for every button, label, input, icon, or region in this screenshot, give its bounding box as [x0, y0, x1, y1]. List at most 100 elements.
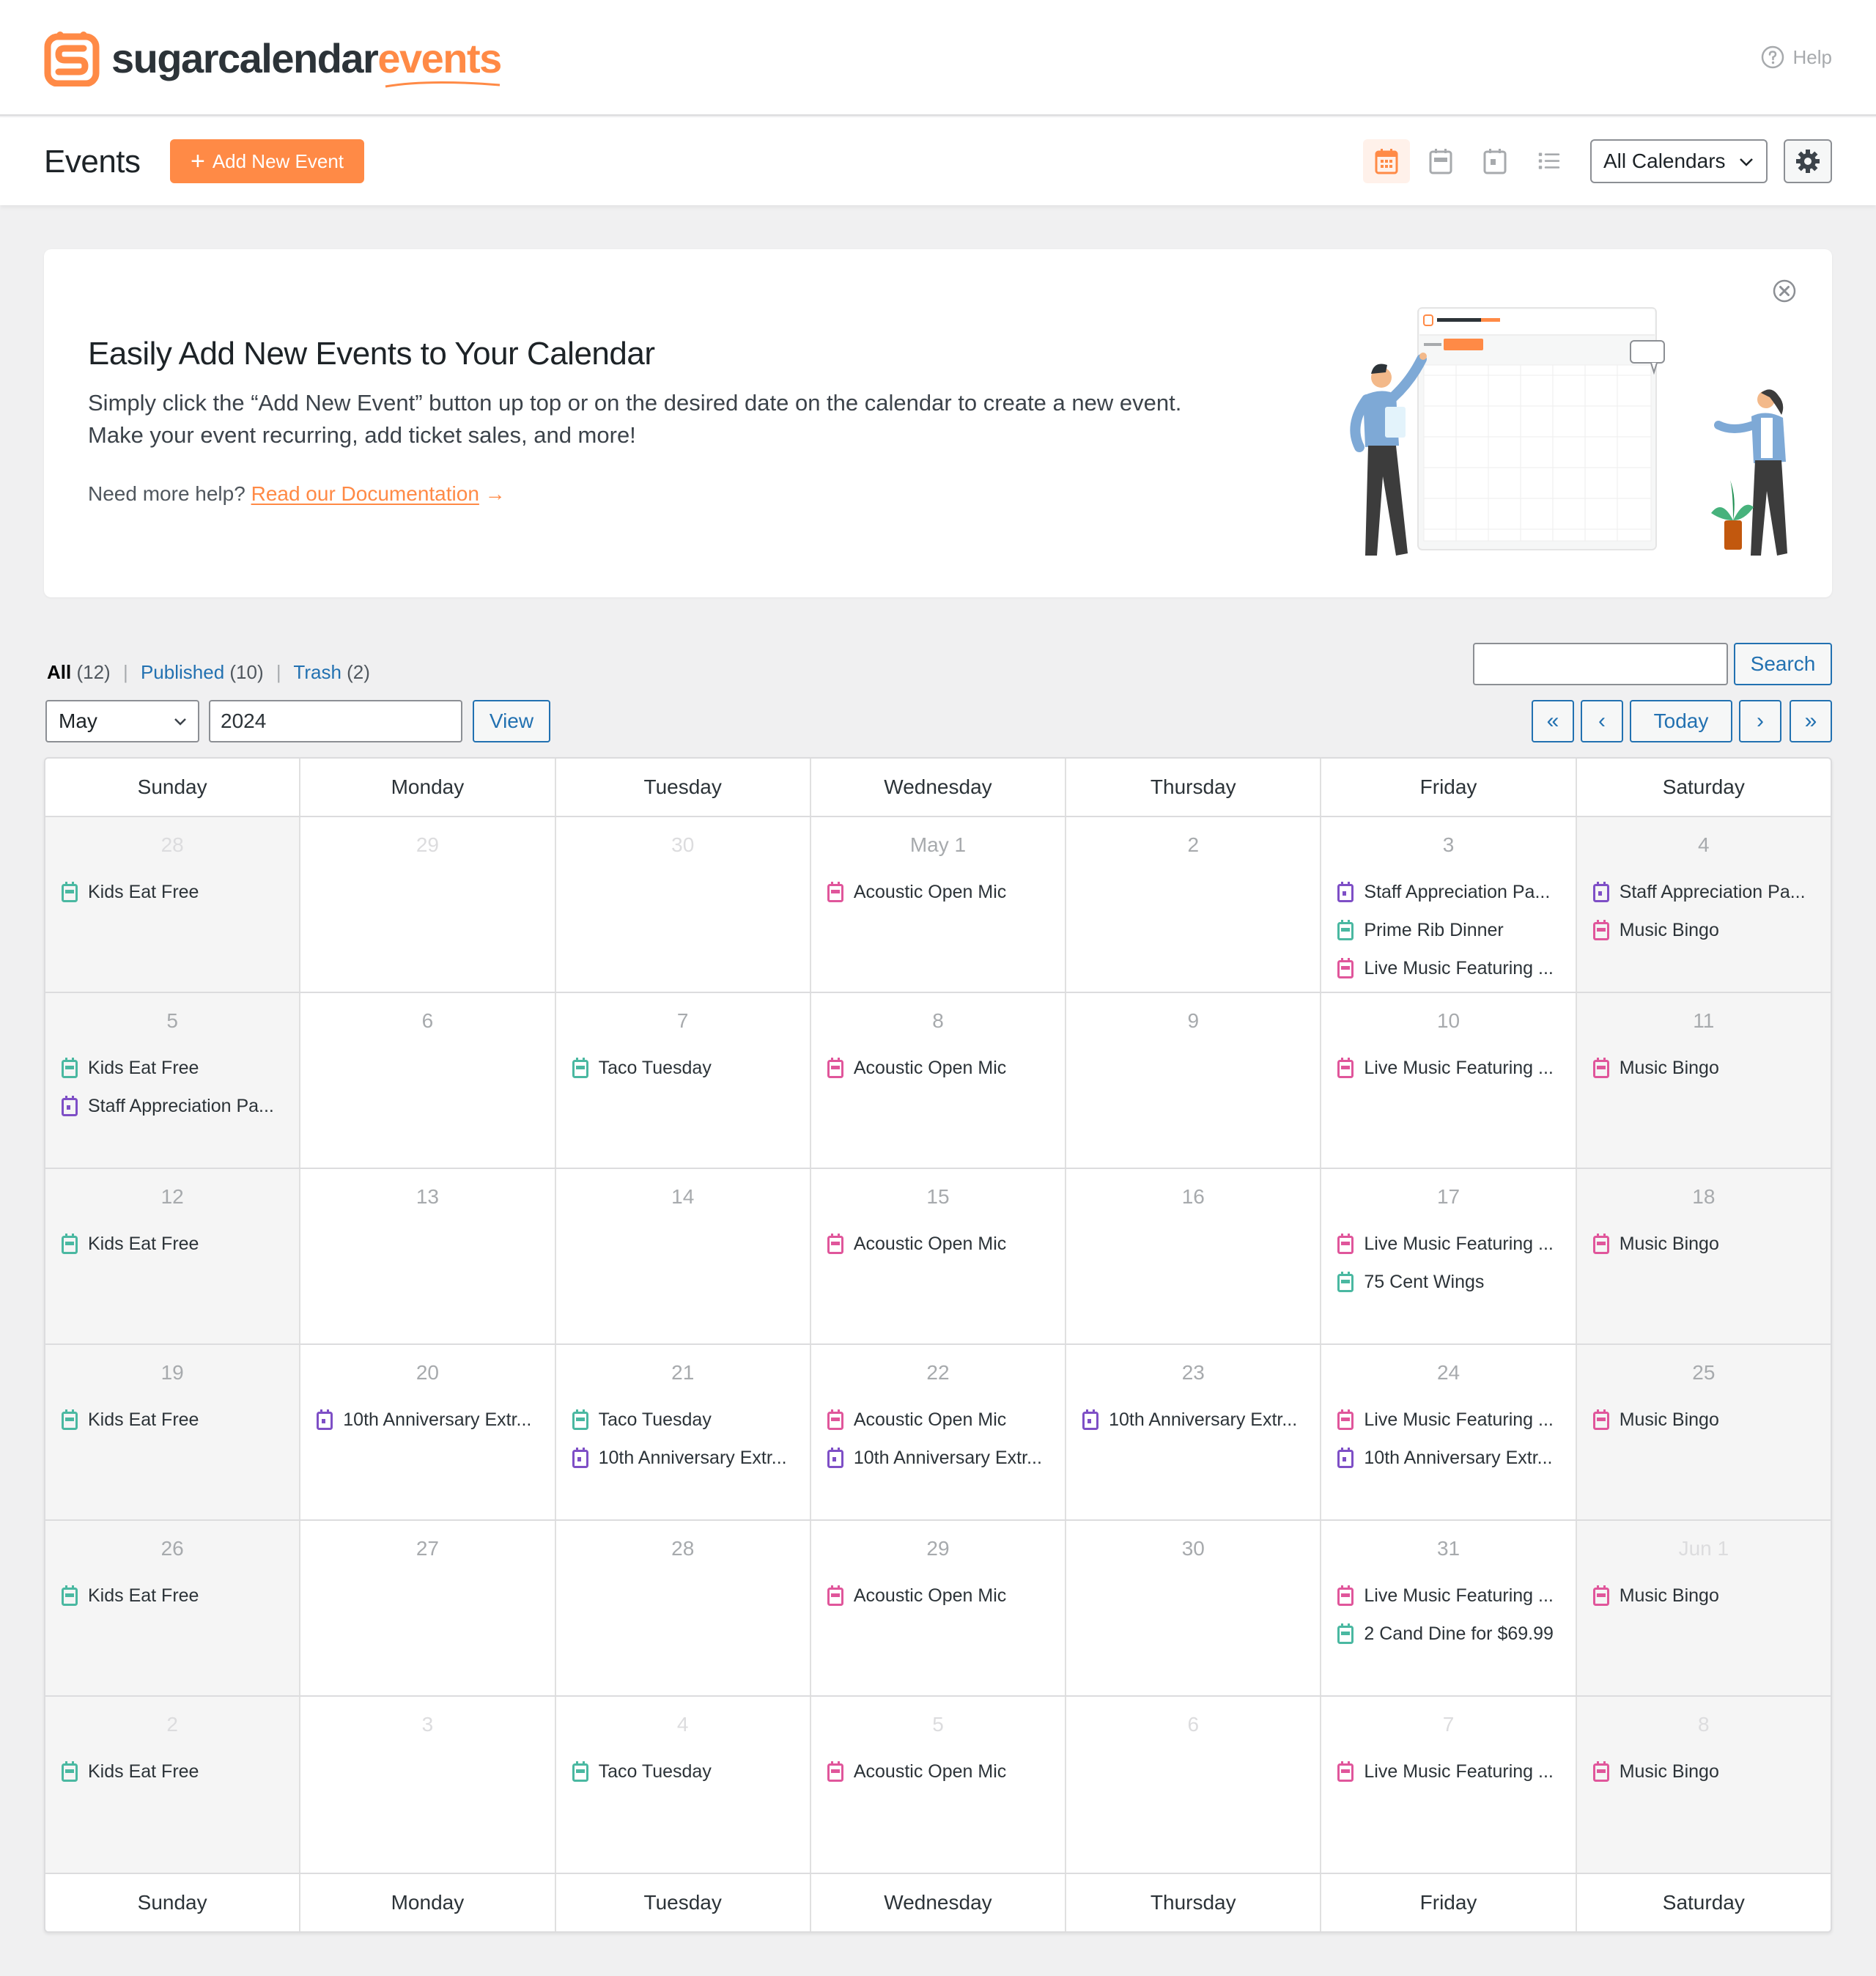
- search-button[interactable]: Search: [1734, 643, 1832, 685]
- calendar-event[interactable]: Music Bingo: [1577, 1049, 1831, 1087]
- status-all-link[interactable]: All: [47, 661, 71, 683]
- calendar-day-cell[interactable]: 20 10th Anniversary Extr...: [300, 1345, 556, 1519]
- calendar-event[interactable]: 10th Anniversary Extr...: [1321, 1439, 1575, 1477]
- documentation-link[interactable]: Read our Documentation: [251, 482, 479, 505]
- calendar-day-cell[interactable]: 2: [1066, 817, 1322, 992]
- calendar-event[interactable]: Music Bingo: [1577, 1577, 1831, 1615]
- help-link[interactable]: Help: [1761, 45, 1832, 69]
- calendar-event[interactable]: Live Music Featuring ...: [1321, 1577, 1575, 1615]
- calendar-day-cell[interactable]: 28: [556, 1521, 811, 1695]
- calendar-event[interactable]: Staff Appreciation Pa...: [45, 1087, 299, 1125]
- calendar-event[interactable]: Prime Rib Dinner: [1321, 911, 1575, 949]
- calendar-event[interactable]: Music Bingo: [1577, 1401, 1831, 1439]
- calendar-day-cell[interactable]: 25 Music Bingo: [1576, 1345, 1831, 1519]
- search-input[interactable]: [1473, 643, 1728, 685]
- calendar-event[interactable]: Acoustic Open Mic: [811, 873, 1065, 911]
- calendar-event[interactable]: 10th Anniversary Extr...: [1066, 1401, 1320, 1439]
- calendar-day-cell[interactable]: 18 Music Bingo: [1576, 1169, 1831, 1343]
- calendar-day-cell[interactable]: 23 10th Anniversary Extr...: [1066, 1345, 1322, 1519]
- calendar-day-cell[interactable]: 28 Kids Eat Free: [45, 817, 301, 992]
- calendar-event[interactable]: Kids Eat Free: [45, 1752, 299, 1791]
- calendar-event[interactable]: Acoustic Open Mic: [811, 1401, 1065, 1439]
- calendar-event[interactable]: Taco Tuesday: [556, 1752, 810, 1791]
- calendar-day-cell[interactable]: 29: [300, 817, 556, 992]
- calendar-day-cell[interactable]: 21 Taco Tuesday 10th Anniversary Extr...: [556, 1345, 811, 1519]
- status-trash-link[interactable]: Trash: [293, 661, 341, 683]
- calendar-event[interactable]: Staff Appreciation Pa...: [1577, 873, 1831, 911]
- add-new-event-button[interactable]: + Add New Event: [170, 139, 364, 183]
- calendar-event[interactable]: Kids Eat Free: [45, 1577, 299, 1615]
- list-view-button[interactable]: [1526, 139, 1573, 183]
- calendar-day-cell[interactable]: 22 Acoustic Open Mic 10th Anniversary Ex…: [811, 1345, 1067, 1519]
- calendar-event[interactable]: Live Music Featuring ...: [1321, 1225, 1575, 1263]
- calendar-day-cell[interactable]: 24 Live Music Featuring ... 10th Anniver…: [1321, 1345, 1577, 1519]
- calendar-day-cell[interactable]: 6: [1066, 1697, 1322, 1873]
- calendar-day-cell[interactable]: 17 Live Music Featuring ... 75 Cent Wing…: [1321, 1169, 1577, 1343]
- calendar-day-cell[interactable]: Jun 1 Music Bingo: [1576, 1521, 1831, 1695]
- calendar-day-cell[interactable]: 5 Acoustic Open Mic: [811, 1697, 1067, 1873]
- calendar-event[interactable]: Live Music Featuring ...: [1321, 1401, 1575, 1439]
- calendar-day-cell[interactable]: May 1 Acoustic Open Mic: [811, 817, 1067, 992]
- calendar-day-cell[interactable]: 7 Taco Tuesday: [556, 993, 811, 1168]
- calendar-event[interactable]: 10th Anniversary Extr...: [811, 1439, 1065, 1477]
- calendar-event[interactable]: Music Bingo: [1577, 1752, 1831, 1791]
- previous-page-button[interactable]: ‹: [1581, 700, 1623, 742]
- calendar-day-cell[interactable]: 3 Staff Appreciation Pa... Prime Rib Din…: [1321, 817, 1577, 992]
- logo[interactable]: sugarcalendarevents: [44, 29, 502, 87]
- calendar-day-cell[interactable]: 12 Kids Eat Free: [45, 1169, 301, 1343]
- calendar-day-cell[interactable]: 31 Live Music Featuring ... 2 Cand Dine …: [1321, 1521, 1577, 1695]
- calendar-day-cell[interactable]: 6: [300, 993, 556, 1168]
- month-view-button[interactable]: [1363, 139, 1410, 183]
- calendar-day-cell[interactable]: 9: [1066, 993, 1322, 1168]
- calendar-event[interactable]: Taco Tuesday: [556, 1049, 810, 1087]
- calendar-day-cell[interactable]: 13: [300, 1169, 556, 1343]
- next-page-button[interactable]: ›: [1739, 700, 1781, 742]
- calendar-event[interactable]: Acoustic Open Mic: [811, 1577, 1065, 1615]
- calendar-day-cell[interactable]: 10 Live Music Featuring ...: [1321, 993, 1577, 1168]
- calendar-event[interactable]: Acoustic Open Mic: [811, 1752, 1065, 1791]
- calendar-event[interactable]: Live Music Featuring ...: [1321, 949, 1575, 987]
- calendar-event[interactable]: Kids Eat Free: [45, 1049, 299, 1087]
- calendar-day-cell[interactable]: 7 Live Music Featuring ...: [1321, 1697, 1577, 1873]
- calendar-day-cell[interactable]: 4 Staff Appreciation Pa... Music Bingo: [1576, 817, 1831, 992]
- calendar-day-cell[interactable]: 30: [1066, 1521, 1322, 1695]
- day-view-button[interactable]: [1471, 139, 1518, 183]
- calendar-day-cell[interactable]: 27: [300, 1521, 556, 1695]
- week-view-button[interactable]: [1417, 139, 1464, 183]
- calendar-day-cell[interactable]: 26 Kids Eat Free: [45, 1521, 301, 1695]
- calendar-day-cell[interactable]: 29 Acoustic Open Mic: [811, 1521, 1067, 1695]
- calendar-day-cell[interactable]: 8 Music Bingo: [1576, 1697, 1831, 1873]
- calendar-filter-select[interactable]: All Calendars: [1590, 139, 1768, 183]
- calendar-day-cell[interactable]: 15 Acoustic Open Mic: [811, 1169, 1067, 1343]
- calendar-day-cell[interactable]: 3: [300, 1697, 556, 1873]
- calendar-event[interactable]: Kids Eat Free: [45, 873, 299, 911]
- calendar-day-cell[interactable]: 30: [556, 817, 811, 992]
- today-button[interactable]: Today: [1630, 700, 1732, 742]
- calendar-event[interactable]: Music Bingo: [1577, 911, 1831, 949]
- calendar-event[interactable]: Kids Eat Free: [45, 1401, 299, 1439]
- calendar-event[interactable]: Acoustic Open Mic: [811, 1225, 1065, 1263]
- calendar-event[interactable]: Kids Eat Free: [45, 1225, 299, 1263]
- month-select[interactable]: May: [45, 700, 199, 742]
- settings-button[interactable]: [1784, 139, 1832, 183]
- calendar-day-cell[interactable]: 5 Kids Eat Free Staff Appreciation Pa...: [45, 993, 301, 1168]
- calendar-event[interactable]: Taco Tuesday: [556, 1401, 810, 1439]
- year-input[interactable]: [209, 700, 462, 742]
- calendar-day-cell[interactable]: 11 Music Bingo: [1576, 993, 1831, 1168]
- calendar-event[interactable]: Music Bingo: [1577, 1225, 1831, 1263]
- calendar-event[interactable]: 10th Anniversary Extr...: [300, 1401, 554, 1439]
- calendar-event[interactable]: 10th Anniversary Extr...: [556, 1439, 810, 1477]
- calendar-event[interactable]: 2 Cand Dine for $69.99: [1321, 1615, 1575, 1653]
- calendar-day-cell[interactable]: 16: [1066, 1169, 1322, 1343]
- calendar-event[interactable]: Acoustic Open Mic: [811, 1049, 1065, 1087]
- calendar-day-cell[interactable]: 4 Taco Tuesday: [556, 1697, 811, 1873]
- calendar-day-cell[interactable]: 8 Acoustic Open Mic: [811, 993, 1067, 1168]
- calendar-event[interactable]: Live Music Featuring ...: [1321, 1752, 1575, 1791]
- last-page-button[interactable]: »: [1790, 700, 1832, 742]
- first-page-button[interactable]: «: [1532, 700, 1574, 742]
- view-button[interactable]: View: [473, 700, 550, 742]
- calendar-event[interactable]: Staff Appreciation Pa...: [1321, 873, 1575, 911]
- calendar-day-cell[interactable]: 2 Kids Eat Free: [45, 1697, 301, 1873]
- status-published-link[interactable]: Published: [141, 661, 224, 683]
- calendar-event[interactable]: Live Music Featuring ...: [1321, 1049, 1575, 1087]
